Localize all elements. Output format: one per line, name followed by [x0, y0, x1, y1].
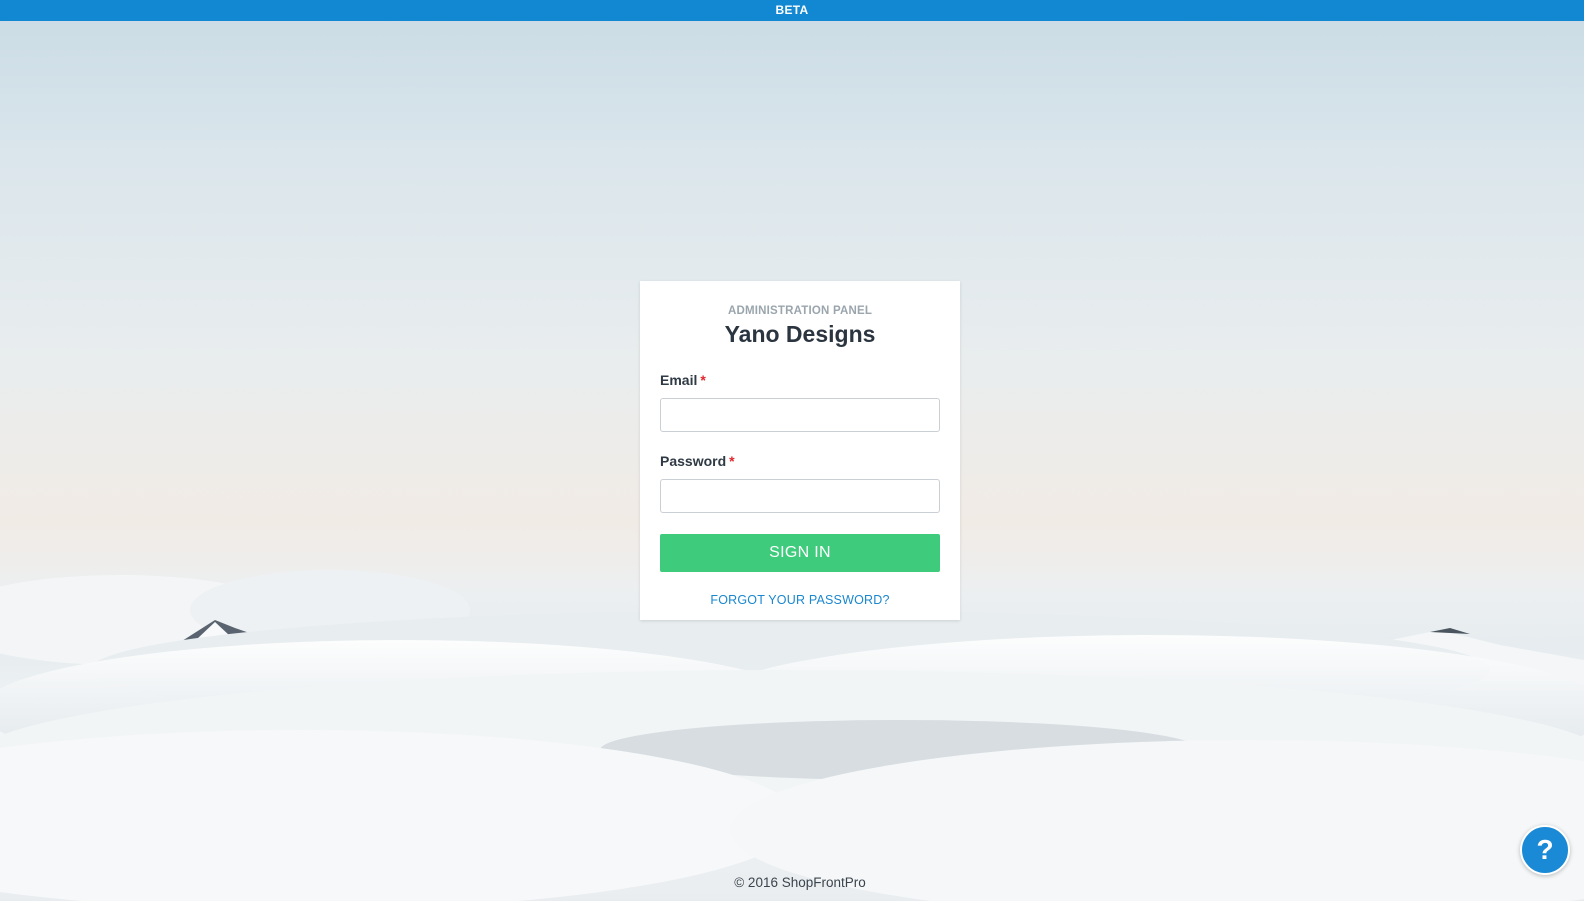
- beta-label: BETA: [775, 3, 809, 17]
- panel-kicker: ADMINISTRATION PANEL: [727, 305, 873, 317]
- sign-in-button[interactable]: SIGN IN: [660, 534, 940, 572]
- password-label: Password *: [660, 453, 940, 471]
- question-icon: ?: [1536, 834, 1554, 865]
- password-field[interactable]: [660, 479, 940, 513]
- password-label-text: Password: [660, 453, 727, 469]
- email-field[interactable]: [660, 398, 940, 432]
- footer-copyright: © 2016 ShopFrontPro: [734, 875, 866, 890]
- help-button[interactable]: ?: [1520, 825, 1570, 875]
- store-title: Yano Designs: [724, 321, 876, 347]
- login-card: ADMINISTRATION PANEL Yano Designs Email *…: [640, 281, 960, 620]
- beta-banner: BETA: [0, 0, 1584, 21]
- email-label-text: Email: [660, 372, 698, 388]
- password-required-mark: *: [729, 453, 735, 469]
- forgot-password-link[interactable]: FORGOT YOUR PASSWORD?: [660, 593, 940, 607]
- email-required-mark: *: [700, 372, 706, 388]
- email-label: Email *: [660, 372, 940, 390]
